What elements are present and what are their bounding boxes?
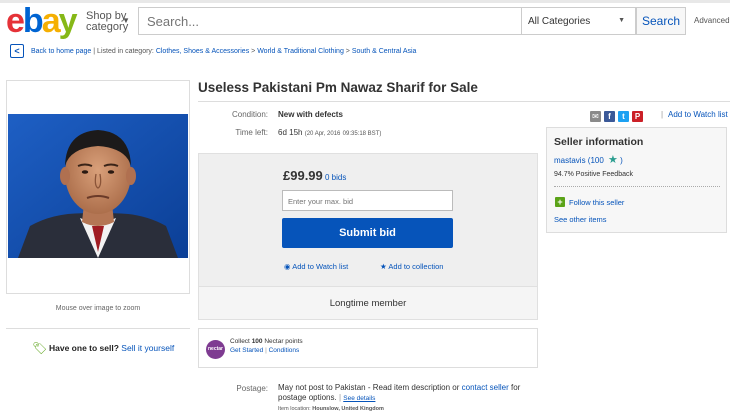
- category-select[interactable]: All Categories ▼: [522, 7, 636, 35]
- add-to-watch-list-link[interactable]: Add to Watch list: [668, 110, 728, 119]
- star-icon: ★: [380, 262, 387, 271]
- breadcrumb-item[interactable]: World & Traditional Clothing: [257, 48, 344, 55]
- item-photo[interactable]: [8, 114, 188, 258]
- listing-title: Useless Pakistani Pm Nawaz Sharif for Sa…: [198, 80, 478, 95]
- chevron-down-icon: ▼: [122, 16, 130, 25]
- follow-seller-link[interactable]: Follow this seller: [569, 198, 624, 207]
- longtime-member-banner: Longtime member: [198, 287, 538, 320]
- submit-bid-button[interactable]: Submit bid: [282, 218, 453, 248]
- current-price: £99.99: [283, 168, 323, 183]
- see-details-link[interactable]: See details: [343, 395, 375, 402]
- condition-label: Condition:: [231, 110, 268, 119]
- nectar-box: nectar Collect 100 Nectar points Get Sta…: [198, 328, 538, 368]
- email-icon[interactable]: ✉: [590, 110, 601, 122]
- seller-info-heading: Seller information: [554, 136, 644, 148]
- facebook-icon[interactable]: f: [604, 110, 615, 122]
- item-location: Item location: Hounslow, United Kingdom: [278, 406, 384, 412]
- seller-information-box: Seller information mastavis (100 ★ ) 94.…: [546, 127, 727, 233]
- condition-value: New with defects: [278, 110, 343, 119]
- search-input[interactable]: [139, 8, 521, 34]
- nectar-logo: nectar: [206, 340, 225, 359]
- plus-icon: +: [555, 197, 565, 207]
- back-arrow-icon[interactable]: <: [10, 44, 24, 58]
- positive-feedback: 94.7% Positive Feedback: [554, 171, 633, 178]
- seller-name-link[interactable]: mastavis: [554, 156, 586, 165]
- eye-icon: ◉: [284, 262, 291, 271]
- add-to-watch-list-button[interactable]: ◉ Add to Watch list: [284, 262, 348, 271]
- contact-seller-link[interactable]: contact seller: [462, 383, 509, 392]
- back-to-home-link[interactable]: Back to home page: [31, 48, 91, 55]
- advanced-search-link[interactable]: Advanced: [694, 16, 730, 25]
- breadcrumb-item[interactable]: Clothes, Shoes & Accessories: [156, 48, 249, 55]
- price-tag-icon: 🏷: [32, 341, 48, 355]
- search-box[interactable]: [138, 7, 522, 35]
- bid-count-link[interactable]: 0 bids: [325, 173, 346, 182]
- time-left-label: Time left:: [235, 128, 268, 137]
- end-date: (20 Apr, 2016: [304, 131, 341, 137]
- max-bid-input[interactable]: [283, 192, 452, 211]
- zoom-note: Mouse over image to zoom: [55, 305, 141, 312]
- ebay-logo[interactable]: ebay: [6, 3, 78, 39]
- search-button[interactable]: Search: [636, 7, 686, 35]
- listed-in-label: Listed in category:: [97, 48, 154, 55]
- end-time: 09:35:18 BST): [342, 131, 382, 137]
- share-icons: ✉ f t P: [590, 110, 643, 122]
- dotted-divider: [554, 186, 720, 187]
- seller-score[interactable]: (100: [588, 156, 604, 165]
- nectar-links: Get Started | Conditions: [230, 347, 300, 354]
- category-select-value: All Categories: [528, 16, 591, 27]
- title-divider: [198, 101, 730, 102]
- get-started-link[interactable]: Get Started: [230, 347, 263, 354]
- breadcrumb: Back to home page | Listed in category: …: [31, 48, 416, 55]
- sell-prompt: Have one to sell?: [49, 343, 119, 353]
- postage-label: Postage:: [236, 384, 268, 393]
- nectar-collect-text: Collect 100 Nectar points: [230, 338, 303, 345]
- add-to-collection-button[interactable]: ★ Add to collection: [380, 262, 443, 271]
- top-border: [0, 0, 730, 3]
- portrait-image: [8, 114, 188, 258]
- sell-it-yourself-link[interactable]: Sell it yourself: [121, 343, 174, 353]
- pinterest-icon[interactable]: P: [632, 110, 643, 122]
- time-left-value: 6d 15h (20 Apr, 2016 09:35:18 BST): [278, 128, 382, 137]
- max-bid-field[interactable]: [282, 190, 453, 211]
- star-rating-icon: ★: [608, 154, 618, 166]
- sell-your-own-box: 🏷 Have one to sell? Sell it yourself: [6, 328, 190, 366]
- seller-name-row: mastavis (100 ★ ): [554, 154, 623, 166]
- twitter-icon[interactable]: t: [618, 110, 629, 122]
- shop-by-category-button[interactable]: Shop by category ▼: [86, 11, 130, 33]
- caret-down-icon: ▼: [618, 17, 625, 24]
- see-other-items-link[interactable]: See other items: [554, 215, 607, 224]
- conditions-link[interactable]: Conditions: [269, 347, 300, 354]
- breadcrumb-item[interactable]: South & Central Asia: [352, 48, 417, 55]
- postage-value: May not post to Pakistan - Read item des…: [278, 383, 521, 402]
- share-separator: |: [661, 110, 664, 119]
